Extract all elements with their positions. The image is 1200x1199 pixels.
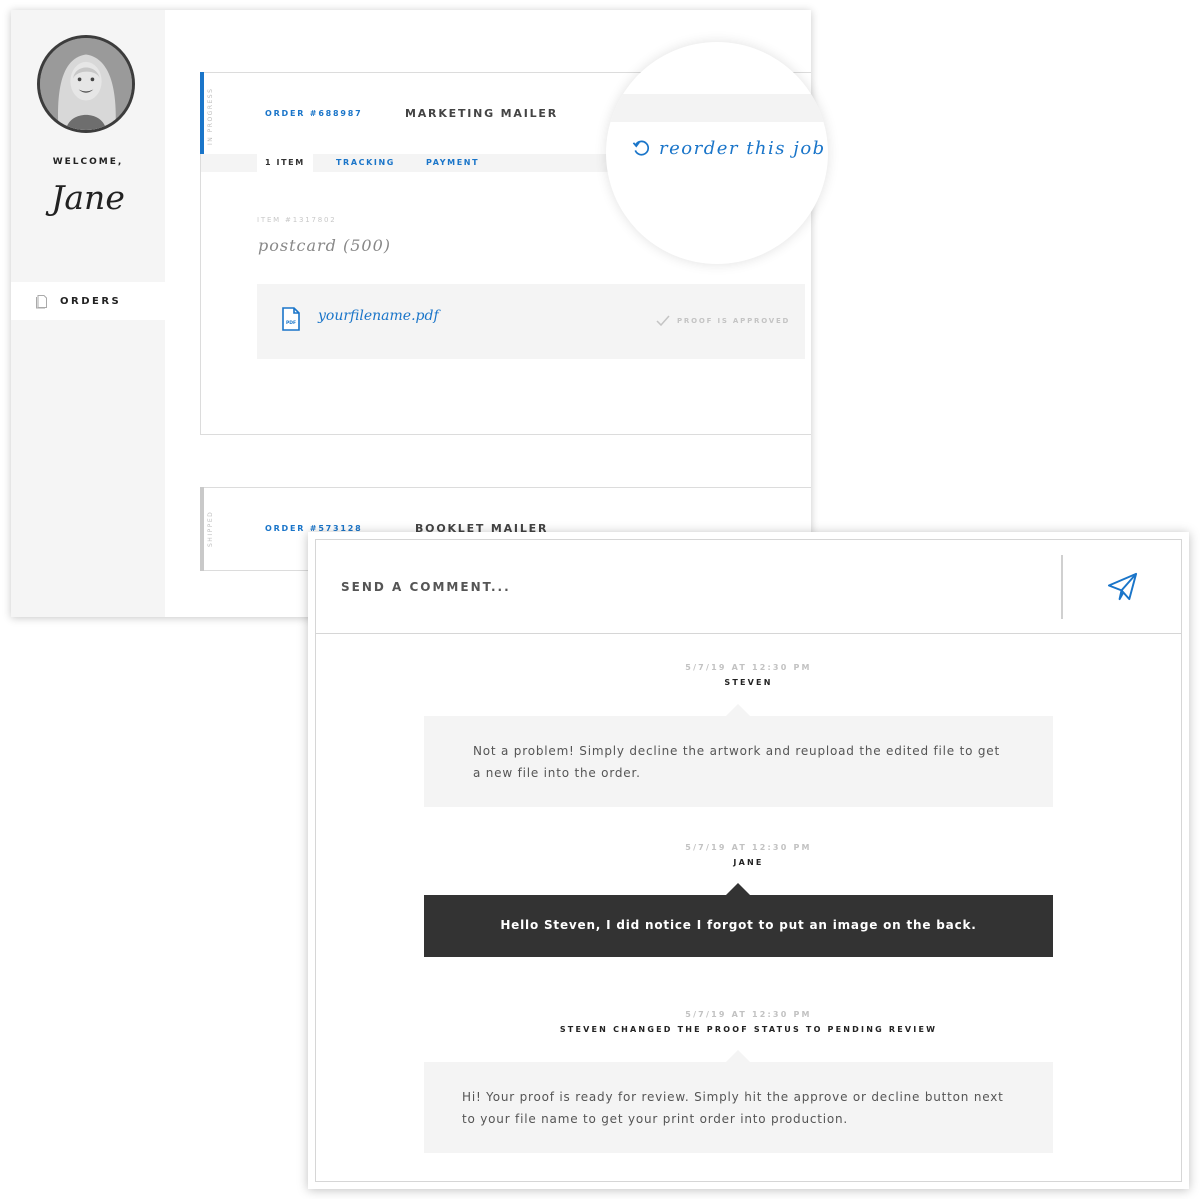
message-text: Hi! Your proof is ready for review. Simp… [462, 1090, 1004, 1126]
welcome-label: WELCOME, [52, 157, 124, 167]
message-author: STEVEN CHANGED THE PROOF STATUS TO PENDI… [559, 1025, 938, 1034]
message-time: 5/7/19 AT 12:30 PM [685, 843, 812, 852]
user-name: Jane [51, 178, 125, 217]
refresh-icon [632, 140, 650, 156]
order-status-label: SHIPPED [207, 510, 214, 548]
item-name: postcard (500) [258, 236, 392, 255]
send-button[interactable] [1063, 540, 1181, 633]
comment-input[interactable] [316, 540, 1061, 633]
message-meta: 5/7/19 AT 12:30 PM STEVEN CHANGED THE PR… [316, 1010, 1181, 1034]
sidebar-item-orders[interactable]: ORDERS [11, 282, 165, 320]
divider [316, 633, 1181, 634]
message-author: JANE [733, 858, 764, 867]
document-icon [36, 294, 47, 308]
item-number: ITEM #1317802 [257, 216, 337, 224]
message-author: STEVEN [724, 678, 773, 687]
message-time: 5/7/19 AT 12:30 PM [685, 663, 812, 672]
message-text: Hello Steven, I did notice I forgot to p… [500, 918, 977, 932]
paper-plane-icon [1107, 572, 1137, 601]
magnifier-strip [606, 94, 828, 122]
file-name-link[interactable]: yourfilename.pdf [318, 308, 439, 324]
avatar[interactable] [37, 35, 135, 133]
avatar-photo [40, 38, 132, 130]
order-status-label: IN PROGRESS [207, 87, 214, 145]
check-icon [656, 315, 670, 327]
message-bubble: Not a problem! Simply decline the artwor… [424, 704, 1053, 807]
message-meta: 5/7/19 AT 12:30 PM JANE [316, 843, 1181, 867]
message-bubble: Hello Steven, I did notice I forgot to p… [424, 883, 1053, 957]
message-time: 5/7/19 AT 12:30 PM [685, 1010, 812, 1019]
reorder-button[interactable]: reorder this job [632, 138, 826, 159]
tab-tracking[interactable]: TRACKING [336, 154, 395, 172]
proof-status: PROOF IS APPROVED [677, 317, 791, 325]
status-indicator [200, 487, 204, 571]
magnifier-callout: reorder this job [606, 42, 828, 264]
file-row: PDF yourfilename.pdf PROOF IS APPROVED [257, 284, 805, 359]
pdf-icon-text: PDF [286, 320, 296, 326]
comments-window: 5/7/19 AT 12:30 PM STEVEN Not a problem!… [308, 532, 1189, 1189]
reorder-label: reorder this job [659, 138, 826, 159]
order-number-link[interactable]: ORDER #688987 [265, 109, 363, 118]
order-title: MARKETING MAILER [405, 107, 558, 120]
pdf-icon: PDF [282, 307, 300, 331]
comments-panel: 5/7/19 AT 12:30 PM STEVEN Not a problem!… [315, 539, 1182, 1182]
message-meta: 5/7/19 AT 12:30 PM STEVEN [316, 663, 1181, 687]
sidebar-item-label: ORDERS [60, 295, 122, 307]
tab-items[interactable]: 1 ITEM [257, 154, 313, 172]
sidebar: WELCOME, Jane ORDERS [11, 10, 165, 617]
message-bubble: Hi! Your proof is ready for review. Simp… [424, 1050, 1053, 1153]
message-text: Not a problem! Simply decline the artwor… [473, 744, 1000, 780]
tab-payment[interactable]: PAYMENT [426, 154, 479, 172]
status-indicator [200, 72, 204, 154]
